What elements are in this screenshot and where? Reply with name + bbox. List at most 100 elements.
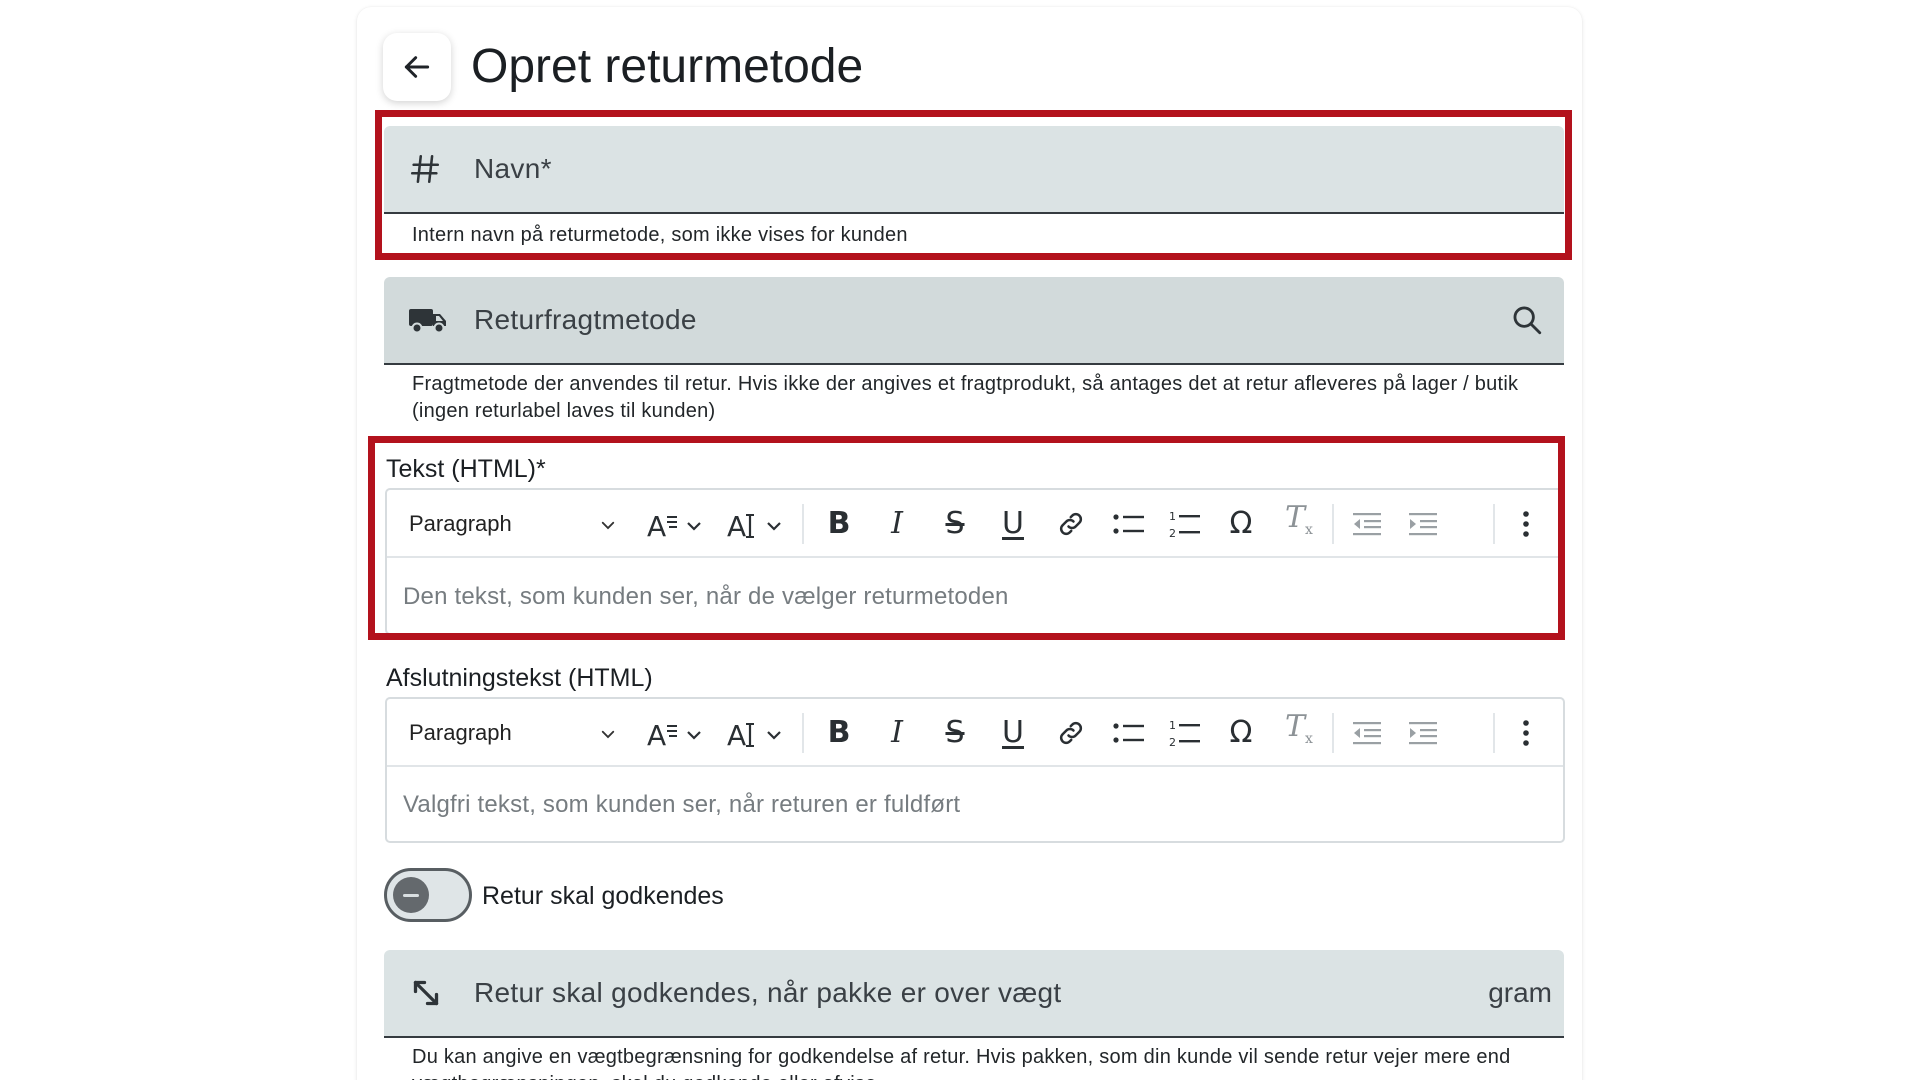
toolbar-separator <box>802 713 804 753</box>
truck-icon <box>408 305 448 335</box>
outdent-icon <box>1353 513 1381 536</box>
bullet-list-button[interactable] <box>1107 504 1151 544</box>
more-vertical-icon <box>1523 720 1529 746</box>
minus-icon <box>403 893 419 897</box>
more-vertical-icon <box>1523 511 1529 537</box>
font-family-button[interactable]: A <box>645 504 707 544</box>
indent-icon <box>1409 513 1437 536</box>
strikethrough-button[interactable]: S <box>935 713 975 753</box>
text-editor: Paragraph A A B I S U 1 2 Ω Tx Den tekst… <box>385 488 1565 635</box>
indent-button[interactable] <box>1401 713 1445 753</box>
font-family-button[interactable]: A <box>645 713 707 753</box>
toolbar-separator <box>1332 713 1334 753</box>
italic-button[interactable]: I <box>877 504 917 544</box>
svg-text:A: A <box>647 510 666 542</box>
underline-button[interactable]: U <box>993 504 1033 544</box>
font-size-icon: A <box>727 719 781 751</box>
closing-editor-content[interactable]: Valgfri tekst, som kunden ser, når retur… <box>387 769 1563 841</box>
toolbar-separator <box>802 504 804 544</box>
name-field[interactable]: Navn* <box>384 126 1564 214</box>
toolbar-separator <box>1493 504 1495 544</box>
clear-formatting-button[interactable]: Tx <box>1277 500 1321 544</box>
toolbar-separator <box>1332 504 1334 544</box>
link-button[interactable] <box>1051 713 1091 753</box>
closing-editor-label: Afslutningstekst (HTML) <box>386 664 653 692</box>
toggle-knob <box>393 877 429 913</box>
bullet-list-button[interactable] <box>1107 713 1151 753</box>
special-character-button[interactable]: Ω <box>1219 713 1263 753</box>
weight-unit-suffix: gram <box>1488 977 1552 1008</box>
arrow-left-icon <box>404 56 430 78</box>
italic-button[interactable]: I <box>877 713 917 753</box>
svg-text:2: 2 <box>1169 736 1176 749</box>
page-title: Opret returmetode <box>471 40 864 93</box>
text-editor-content[interactable]: Den tekst, som kunden ser, når de vælger… <box>387 560 1563 633</box>
italic-icon: I <box>891 506 903 541</box>
approval-toggle-label: Retur skal godkendes <box>482 882 724 910</box>
bold-icon: B <box>827 715 851 750</box>
text-editor-label: Tekst (HTML)* <box>386 455 546 483</box>
indent-button[interactable] <box>1401 504 1445 544</box>
underline-icon: U <box>1002 506 1024 541</box>
clear-formatting-icon: Tx <box>1285 500 1313 538</box>
indent-icon <box>1409 722 1437 745</box>
strikethrough-icon: S <box>945 506 965 541</box>
outdent-button[interactable] <box>1345 504 1389 544</box>
strikethrough-icon: S <box>945 715 965 750</box>
outdent-icon <box>1353 722 1381 745</box>
numbered-list-button[interactable]: 1 2 <box>1163 713 1207 753</box>
name-field-helper: Intern navn på returmetode, som ikke vis… <box>412 224 908 246</box>
hash-icon <box>408 152 442 186</box>
font-size-button[interactable]: A <box>725 504 787 544</box>
numbered-list-button[interactable]: 1 2 <box>1163 504 1207 544</box>
block-format-value: Paragraph <box>409 720 512 745</box>
freight-method-label: Returfragtmetode <box>474 304 697 335</box>
font-size-icon: A <box>727 510 781 542</box>
clear-formatting-button[interactable]: Tx <box>1277 709 1321 753</box>
outdent-button[interactable] <box>1345 713 1389 753</box>
chevron-down-icon <box>601 521 615 530</box>
freight-method-helper: Fragtmetode der anvendes til retur. Hvis… <box>412 373 1519 422</box>
weight-limit-field[interactable]: Retur skal godkendes, når pakke er over … <box>384 950 1564 1038</box>
bold-button[interactable]: B <box>819 504 859 544</box>
font-family-icon: A <box>647 719 701 751</box>
special-character-button[interactable]: Ω <box>1219 504 1263 544</box>
bold-button[interactable]: B <box>819 713 859 753</box>
underline-icon: U <box>1002 715 1024 750</box>
bullet-list-icon <box>1113 723 1144 743</box>
approval-toggle[interactable] <box>384 868 472 922</box>
block-format-select[interactable]: Paragraph <box>409 490 629 558</box>
chevron-down-icon <box>601 730 615 739</box>
numbered-list-icon: 1 2 <box>1169 719 1200 749</box>
underline-button[interactable]: U <box>993 713 1033 753</box>
resize-diagonal-icon <box>408 975 444 1011</box>
link-icon <box>1059 512 1083 536</box>
weight-limit-label: Retur skal godkendes, når pakke er over … <box>474 977 1062 1008</box>
font-size-button[interactable]: A <box>725 713 787 753</box>
block-format-select[interactable]: Paragraph <box>409 699 629 767</box>
more-options-button[interactable] <box>1511 504 1541 544</box>
svg-text:A: A <box>647 719 666 751</box>
link-icon <box>1059 721 1083 745</box>
search-icon[interactable] <box>1510 303 1544 337</box>
link-button[interactable] <box>1051 504 1091 544</box>
back-button[interactable] <box>383 33 451 101</box>
freight-method-field[interactable]: Returfragtmetode <box>384 277 1564 365</box>
clear-formatting-icon: Tx <box>1285 709 1313 747</box>
italic-icon: I <box>891 715 903 750</box>
editor-toolbar: Paragraph A A B I S U 1 2 Ω Tx <box>387 490 1563 558</box>
numbered-list-icon: 1 2 <box>1169 510 1200 540</box>
svg-text:A: A <box>727 719 746 751</box>
font-family-icon: A <box>647 510 701 542</box>
bullet-list-icon <box>1113 514 1144 534</box>
name-field-label: Navn* <box>474 153 552 184</box>
svg-text:2: 2 <box>1169 527 1176 540</box>
bold-icon: B <box>827 506 851 541</box>
weight-limit-helper: Du kan angive en vægtbegrænsning for god… <box>412 1046 1511 1080</box>
editor-toolbar: Paragraph A A B I S U 1 2 Ω Tx <box>387 699 1563 767</box>
strikethrough-button[interactable]: S <box>935 504 975 544</box>
svg-text:A: A <box>727 510 746 542</box>
toolbar-separator <box>1493 713 1495 753</box>
more-options-button[interactable] <box>1511 713 1541 753</box>
svg-text:1: 1 <box>1169 510 1176 523</box>
